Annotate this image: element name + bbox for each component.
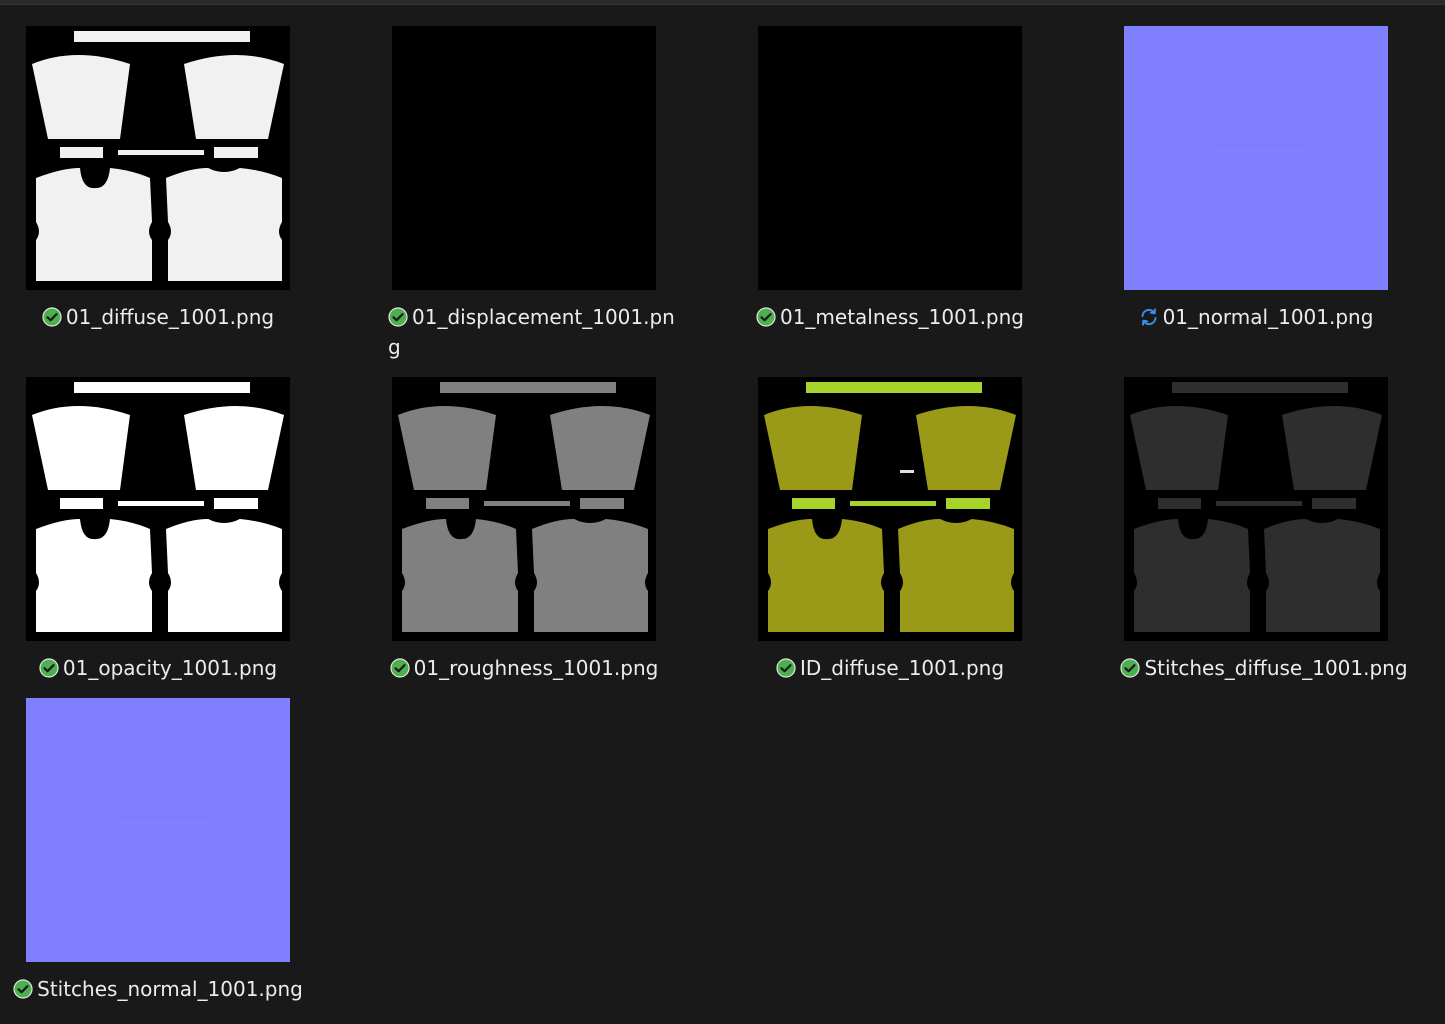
thumbnail (1124, 377, 1388, 641)
thumbnail (26, 698, 290, 962)
file-name: Stitches_diffuse_1001.png (1144, 656, 1408, 680)
check-circle-icon (390, 658, 410, 678)
check-circle-icon (776, 658, 796, 678)
check-circle-icon (756, 307, 776, 327)
check-circle-icon (1120, 658, 1141, 678)
thumbnail (26, 26, 290, 290)
file-caption: 01_diffuse_1001.png (0, 302, 316, 332)
file-name: 01_metalness_1001.png (779, 305, 1025, 329)
file-caption: 01_normal_1001.png (1098, 302, 1414, 332)
file-caption: 01_roughness_1001.png (366, 653, 682, 683)
file-caption: Stitches_normal_1001.png (0, 974, 316, 1004)
file-name: 01_displacement_1001.pn g (388, 305, 675, 359)
file-caption: 01_displacement_1001.pn g (388, 302, 678, 362)
file-caption: 01_opacity_1001.png (0, 653, 316, 683)
thumbnail (1124, 26, 1388, 290)
file-name: 01_diffuse_1001.png (65, 305, 275, 329)
check-circle-icon (39, 658, 59, 678)
file-caption: 01_metalness_1001.png (732, 302, 1048, 332)
file-name: Stitches_normal_1001.png (37, 977, 303, 1001)
check-circle-icon (388, 307, 408, 327)
file-name: 01_normal_1001.png (1162, 305, 1374, 329)
thumbnail (758, 377, 1022, 641)
check-circle-icon (42, 307, 62, 327)
sync-arrows-icon (1139, 307, 1159, 327)
thumbnail (392, 26, 656, 290)
file-name: 01_roughness_1001.png (413, 656, 659, 680)
thumbnail (26, 377, 290, 641)
file-name: ID_diffuse_1001.png (799, 656, 1005, 680)
thumbnail (392, 377, 656, 641)
check-circle-icon (13, 979, 33, 999)
file-caption: ID_diffuse_1001.png (732, 653, 1048, 683)
file-name: 01_opacity_1001.png (62, 656, 278, 680)
thumbnail (758, 26, 1022, 290)
file-caption: Stitches_diffuse_1001.png (1104, 653, 1424, 683)
window-top-border (0, 0, 1445, 5)
